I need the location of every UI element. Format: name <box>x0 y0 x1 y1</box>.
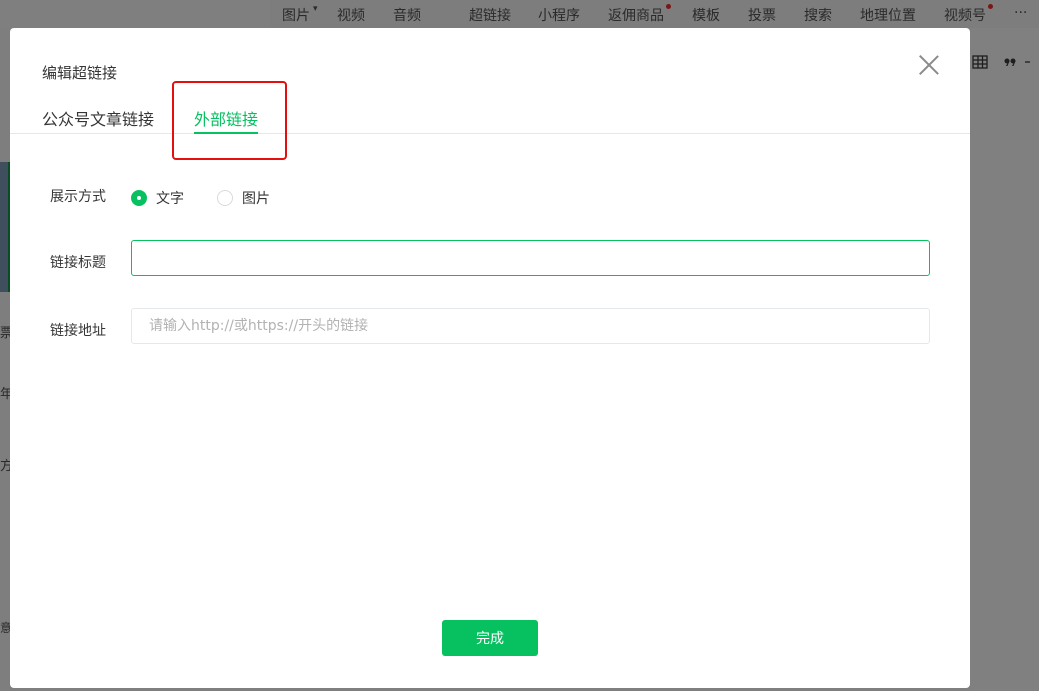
table-icon <box>972 55 988 69</box>
toolbar-search: 搜索 <box>804 8 832 24</box>
editor-toolbar: 图片 ▾ 视频 音频 超链接 小程序 返佣商品 模板 投票 搜索 地理位置 视频… <box>270 0 1039 28</box>
bg-text: 年 <box>0 387 10 402</box>
radio-checked-icon[interactable] <box>131 190 147 206</box>
dialog-title: 编辑超链接 <box>42 64 118 82</box>
radio-text-label: 文字 <box>156 191 184 207</box>
done-button[interactable]: 完成 <box>442 620 538 656</box>
radio-image-label: 图片 <box>242 191 270 207</box>
link-title-label: 链接标题 <box>50 255 106 271</box>
radio-image[interactable]: 图片 <box>217 188 270 208</box>
article-thumbnail <box>0 162 10 292</box>
notification-dot <box>988 4 993 9</box>
toolbar-hyperlink: 超链接 <box>469 8 511 24</box>
link-url-label: 链接地址 <box>50 323 106 339</box>
editor-right-area <box>970 28 1039 691</box>
radio-unchecked-icon[interactable] <box>217 190 233 206</box>
close-icon[interactable] <box>916 52 942 78</box>
toolbar-video: 视频 <box>337 8 365 24</box>
link-url-input[interactable] <box>131 308 930 344</box>
toolbar-location: 地理位置 <box>860 8 916 24</box>
toolbar-miniprogram: 小程序 <box>538 8 580 24</box>
tab-external-link[interactable]: 外部链接 <box>194 106 259 134</box>
bg-text: 方 <box>0 459 10 474</box>
editor-right-icons <box>970 52 1030 76</box>
toolbar-commission: 返佣商品 <box>608 8 664 24</box>
display-mode-label: 展示方式 <box>50 189 106 205</box>
chevron-down-icon: ▾ <box>313 4 318 14</box>
bg-text: 意 <box>0 621 10 635</box>
bg-text: 票 <box>0 326 10 341</box>
tab-article-link[interactable]: 公众号文章链接 <box>42 106 154 134</box>
edit-hyperlink-dialog: 编辑超链接 公众号文章链接 外部链接 展示方式 文字 图片 链接标题 链接地址 … <box>10 28 970 688</box>
toolbar-vote: 投票 <box>748 8 776 24</box>
notification-dot <box>666 4 671 9</box>
editor-left-area <box>0 28 10 691</box>
toolbar-template: 模板 <box>692 8 720 24</box>
toolbar-audio: 音频 <box>393 8 421 24</box>
toolbar-image: 图片 <box>282 8 310 24</box>
more-icon: ··· <box>1014 5 1028 21</box>
toolbar-channels: 视频号 <box>944 8 986 24</box>
link-type-tabs: 公众号文章链接 外部链接 <box>10 98 970 134</box>
radio-text[interactable]: 文字 <box>131 188 184 208</box>
link-title-input[interactable] <box>131 240 930 276</box>
quote-icon <box>1004 58 1016 66</box>
